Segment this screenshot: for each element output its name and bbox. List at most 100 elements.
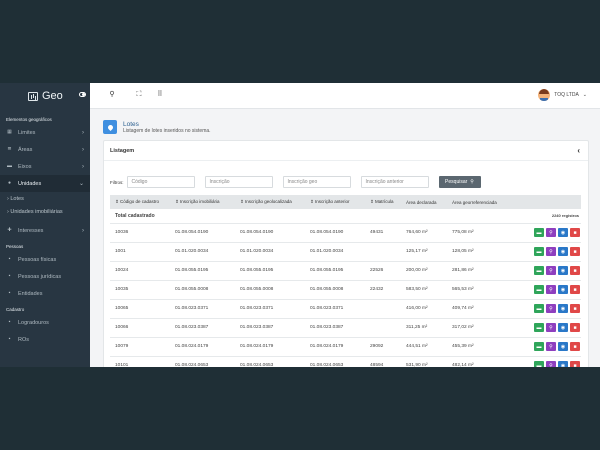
- sidebar-subitem-lotes[interactable]: › Lotes: [0, 192, 90, 205]
- search-icon[interactable]: ⚲: [546, 266, 556, 275]
- folder-icon[interactable]: ▬: [534, 285, 544, 294]
- codigo-input[interactable]: Código: [126, 176, 195, 188]
- sidebar-item-ros[interactable]: ▪ ROs: [0, 331, 90, 348]
- row-actions: ▬ ⚲ ◉ ■: [503, 318, 581, 338]
- sidebar-item-entidades[interactable]: ▪ Entidades: [0, 285, 90, 302]
- col-header[interactable]: ⇕ Inscrição anterior: [305, 195, 365, 209]
- row-actions: ▬ ⚲ ◉ ■: [503, 356, 581, 367]
- view-icon[interactable]: ◉: [558, 342, 568, 351]
- col-header[interactable]: Área georreferenciada: [447, 195, 503, 209]
- folder-icon[interactable]: ▬: [534, 323, 544, 332]
- fullscreen-icon[interactable]: ⛶: [135, 91, 143, 99]
- delete-icon[interactable]: ■: [570, 228, 580, 237]
- table-cell: 281,86 m²: [447, 261, 503, 281]
- search-icon[interactable]: ⚲: [546, 285, 556, 294]
- folder-icon[interactable]: ▬: [534, 247, 544, 256]
- filters-bar: Filtros: Código Inscrição Inscrição geo …: [110, 176, 481, 188]
- collapse-chevron-icon[interactable]: ‹: [577, 146, 580, 155]
- col-header[interactable]: ⇕ Inscrição imobiliária: [170, 195, 235, 209]
- sidebar-item-unidades[interactable]: ● Unidades ⌄: [0, 175, 90, 192]
- chevron-right-icon: ›: [82, 129, 84, 136]
- delete-icon[interactable]: ■: [570, 304, 580, 313]
- search-icon[interactable]: ⚲: [546, 247, 556, 256]
- view-icon[interactable]: ◉: [558, 304, 568, 313]
- sidebar-item-label: Eixos: [18, 163, 32, 170]
- card-title: Listagem: [110, 147, 135, 154]
- col-header[interactable]: ⇕ Código de cadastro: [110, 195, 170, 209]
- search-icon[interactable]: ⚲: [546, 361, 556, 367]
- table-cell: 10066: [110, 318, 170, 338]
- delete-icon[interactable]: ■: [570, 285, 580, 294]
- view-icon[interactable]: ◉: [558, 323, 568, 332]
- folder-icon[interactable]: ▬: [534, 342, 544, 351]
- total-label: Total cadastrado: [110, 209, 365, 224]
- search-icon[interactable]: ⚲: [546, 228, 556, 237]
- user-menu[interactable]: TOQ LTDA ⌄: [538, 89, 587, 101]
- inscricao-geo-input[interactable]: Inscrição geo: [282, 176, 351, 188]
- delete-icon[interactable]: ■: [570, 266, 580, 275]
- table-cell: 01.08.024.0653: [170, 356, 235, 367]
- view-icon[interactable]: ◉: [558, 266, 568, 275]
- apps-grid-icon[interactable]: ⠿: [156, 91, 164, 99]
- row-actions: ▬ ⚲ ◉ ■: [503, 223, 581, 243]
- table-cell: 01.01.020.0034: [170, 242, 235, 262]
- row-actions: ▬ ⚲ ◉ ■: [503, 337, 581, 357]
- delete-icon[interactable]: ■: [570, 361, 580, 367]
- table-cell: 01.08.023.0371: [170, 299, 235, 319]
- pin-icon: ●: [7, 180, 12, 186]
- table-cell: 49431: [365, 223, 401, 243]
- search-icon[interactable]: ⚲: [546, 304, 556, 313]
- delete-icon[interactable]: ■: [570, 247, 580, 256]
- document-icon: ▪: [8, 336, 11, 342]
- table-cell: [365, 242, 401, 262]
- chart-logo-icon: [28, 91, 38, 101]
- brand-name: Geo: [42, 90, 63, 102]
- view-icon[interactable]: ◉: [558, 285, 568, 294]
- theme-toggle[interactable]: [79, 92, 86, 97]
- sidebar-item-label: Entidades: [18, 290, 43, 297]
- sidebar-item-eixos[interactable]: ▬ Eixos ›: [0, 158, 90, 175]
- building-icon: ▪: [8, 273, 11, 279]
- search-button[interactable]: Pesquisar ⚲: [438, 176, 481, 188]
- table-cell: 48594: [365, 356, 401, 367]
- search-icon[interactable]: ⚲: [546, 342, 556, 351]
- inscricao-anterior-input[interactable]: Inscrição anterior: [360, 176, 429, 188]
- sidebar-subitem-unidades-imobiliarias[interactable]: › Unidades imobiliárias: [0, 205, 90, 218]
- folder-icon[interactable]: ▬: [534, 304, 544, 313]
- sidebar-item-label: Logradouros: [18, 319, 49, 326]
- user-icon: ▪: [8, 256, 11, 262]
- sidebar-item-interesses[interactable]: ✚ Interesses ›: [0, 222, 90, 239]
- sidebar-item-pessoas-fisicas[interactable]: ▪ Pessoas físicas: [0, 251, 90, 268]
- view-icon[interactable]: ◉: [558, 361, 568, 367]
- folder-icon[interactable]: ▬: [534, 228, 544, 237]
- view-icon[interactable]: ◉: [558, 228, 568, 237]
- view-icon[interactable]: ◉: [558, 247, 568, 256]
- delete-icon[interactable]: ■: [570, 342, 580, 351]
- col-header[interactable]: ⇕ Inscrição geolocalizada: [235, 195, 305, 209]
- row-actions: ▬ ⚲ ◉ ■: [503, 299, 581, 319]
- col-header[interactable]: Área declarada: [401, 195, 447, 209]
- folder-icon[interactable]: ▬: [534, 361, 544, 367]
- delete-icon[interactable]: ■: [570, 323, 580, 332]
- col-header[interactable]: ⇕ Matrícula: [365, 195, 401, 209]
- inscricao-input[interactable]: Inscrição: [204, 176, 273, 188]
- search-icon: ⚲: [470, 179, 474, 185]
- folder-icon[interactable]: ▬: [534, 266, 544, 275]
- table-row: 10035 01.08.055.0008 01.08.055.0008 01.08.0…: [110, 280, 581, 300]
- table-cell: 01.08.055.0195: [305, 261, 365, 281]
- table-cell: 10036: [110, 223, 170, 243]
- table-cell: 128,05 m²: [447, 242, 503, 262]
- search-icon[interactable]: ⚲: [108, 91, 116, 99]
- page-header: Lotes Listagem de lotes inseridos no sis…: [103, 119, 211, 135]
- sidebar-item-limites[interactable]: ▦ Limites ›: [0, 124, 90, 141]
- search-icon[interactable]: ⚲: [546, 323, 556, 332]
- sidebar-item-areas[interactable]: ≣ Áreas ›: [0, 141, 90, 158]
- row-actions: ▬ ⚲ ◉ ■: [503, 242, 581, 262]
- table-cell: 565,53 m²: [447, 280, 503, 300]
- table-row: 10066 01.08.023.0387 01.08.023.0387 01.08.0…: [110, 318, 581, 338]
- table-cell: 01.08.055.0008: [170, 280, 235, 300]
- total-row: Total cadastrado 2240 registros: [110, 209, 581, 224]
- sidebar-item-logradouros[interactable]: ▪ Logradouros: [0, 314, 90, 331]
- table-cell: 01.01.020.0034: [305, 242, 365, 262]
- sidebar-item-pessoas-juridicas[interactable]: ▪ Pessoas jurídicas: [0, 268, 90, 285]
